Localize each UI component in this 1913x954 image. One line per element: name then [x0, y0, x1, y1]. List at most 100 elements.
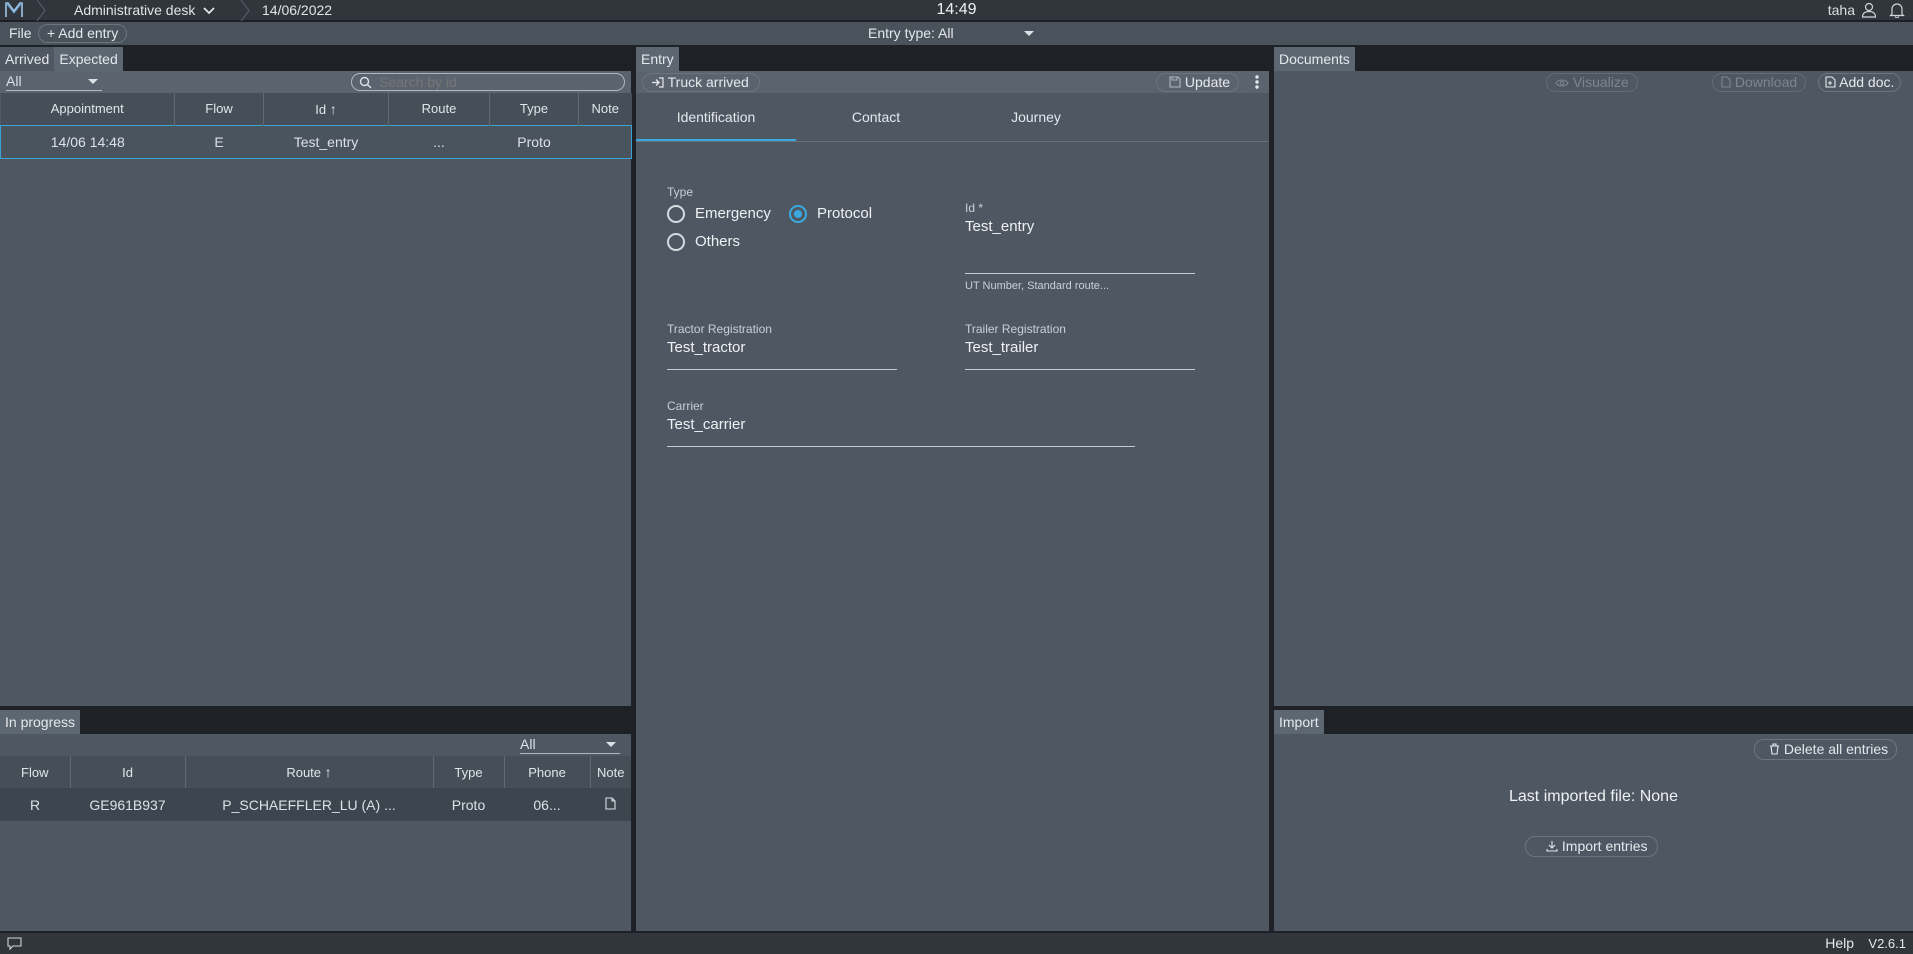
- tractor-label: Tractor Registration: [667, 322, 772, 336]
- id-hint: UT Number, Standard route...: [965, 280, 1110, 292]
- entry-body: Truck arrived Update Identification Cont…: [636, 71, 1269, 931]
- col-type[interactable]: Type: [489, 93, 579, 125]
- tab-import[interactable]: Import: [1274, 710, 1324, 734]
- delete-all-entries-button[interactable]: Delete all entries: [1754, 739, 1898, 760]
- tab-documents[interactable]: Documents: [1274, 47, 1355, 71]
- id-label: Id *: [965, 201, 984, 215]
- cell-flow: E: [174, 124, 264, 159]
- documents-panel: Documents Visualize Download Add doc.: [1274, 47, 1913, 706]
- tab-entry[interactable]: Entry: [636, 47, 679, 71]
- desk-selector[interactable]: Administrative desk: [74, 0, 215, 21]
- download-icon: [1546, 841, 1558, 852]
- cell-id: Test_entry: [263, 124, 389, 159]
- filter-select[interactable]: All: [6, 73, 102, 91]
- tab-expected[interactable]: Expected: [54, 47, 123, 71]
- id-underline: [965, 273, 1195, 274]
- more-vertical-icon[interactable]: [1254, 74, 1260, 90]
- radio-others[interactable]: Others: [667, 233, 767, 253]
- col-id[interactable]: Id ↑: [263, 93, 389, 125]
- download-label: Download: [1734, 74, 1798, 90]
- documents-tabs: Documents: [1274, 47, 1913, 71]
- radio-circle-selected: [789, 205, 807, 223]
- carrier-underline: [667, 446, 1135, 447]
- col-id-label: Id: [315, 101, 327, 117]
- col-route[interactable]: Route ↑: [185, 756, 434, 788]
- login-arrow-icon: [652, 77, 664, 88]
- id-field[interactable]: Test_entry: [965, 218, 1195, 235]
- entry-type-label: Entry type: All: [868, 25, 954, 41]
- in-progress-tabs: In progress: [0, 710, 631, 734]
- col-id[interactable]: Id: [70, 756, 186, 788]
- user-icon[interactable]: [1861, 2, 1877, 18]
- entry-type-select[interactable]: Entry type: All: [868, 25, 1034, 42]
- tab-arrived[interactable]: Arrived: [0, 47, 55, 71]
- documents-body: Visualize Download Add doc.: [1274, 71, 1913, 706]
- update-label: Update: [1184, 74, 1231, 90]
- tractor-registration-field[interactable]: Test_tractor: [667, 339, 897, 356]
- trash-icon: [1770, 743, 1779, 755]
- plus-icon: +: [47, 25, 59, 41]
- search-input[interactable]: [379, 74, 619, 90]
- entry-panel: Entry Truck arrived Update Identificatio…: [636, 47, 1269, 931]
- chat-icon[interactable]: [7, 937, 22, 950]
- bell-icon[interactable]: [1889, 2, 1905, 18]
- in-progress-filter-select[interactable]: All: [520, 736, 620, 754]
- col-flow[interactable]: Flow: [174, 93, 264, 125]
- desk-label: Administrative desk: [74, 2, 196, 18]
- caret-down-icon: [606, 742, 616, 747]
- radio-emergency[interactable]: Emergency: [667, 205, 777, 225]
- col-route-label: Route: [286, 765, 322, 780]
- cell-note[interactable]: [590, 788, 631, 821]
- in-progress-toolbar: All: [0, 734, 631, 756]
- add-entry-button[interactable]: + Add entry: [38, 24, 128, 43]
- trailer-registration-field[interactable]: Test_trailer: [965, 339, 1195, 356]
- table-row[interactable]: R GE961B937 P_SCHAEFFLER_LU (A) ... Prot…: [0, 788, 631, 821]
- breadcrumb-date[interactable]: 14/06/2022: [262, 0, 332, 21]
- file-menu[interactable]: File: [9, 25, 32, 42]
- visualize-button[interactable]: Visualize: [1546, 73, 1638, 92]
- add-doc-button[interactable]: Add doc.: [1818, 73, 1902, 92]
- table-row[interactable]: 14/06 14:48 E Test_entry ... Proto: [0, 124, 632, 159]
- trailer-label: Trailer Registration: [965, 322, 1066, 336]
- in-progress-panel: In progress All Flow Id Route ↑ Type Pho…: [0, 710, 631, 931]
- document-icon[interactable]: [605, 796, 616, 810]
- cell-phone: 06...: [504, 788, 590, 821]
- truck-arrived-button[interactable]: Truck arrived: [642, 73, 760, 92]
- entry-subtabs: Identification Contact Journey: [636, 93, 1269, 142]
- tab-journey[interactable]: Journey: [956, 93, 1116, 141]
- update-button[interactable]: Update: [1156, 73, 1240, 92]
- version-label: V2.6.1: [1868, 936, 1906, 951]
- tractor-underline: [667, 369, 897, 370]
- expected-table: Appointment Flow Id ↑ Route Type Note 14…: [0, 93, 632, 159]
- tab-contact[interactable]: Contact: [796, 93, 956, 141]
- add-entry-label: Add entry: [58, 25, 119, 41]
- import-entries-button[interactable]: Import entries: [1525, 836, 1659, 857]
- col-note[interactable]: Note: [578, 93, 632, 125]
- col-phone[interactable]: Phone: [504, 756, 591, 788]
- help-link[interactable]: Help: [1825, 935, 1854, 951]
- app-logo-icon[interactable]: [4, 1, 24, 19]
- save-icon: [1169, 76, 1181, 88]
- expected-toolbar: All: [0, 71, 631, 93]
- col-note[interactable]: Note: [590, 756, 631, 788]
- username[interactable]: taha: [1828, 0, 1855, 20]
- search-box[interactable]: [351, 73, 625, 91]
- cell-appointment: 14/06 14:48: [0, 124, 175, 159]
- download-button[interactable]: Download: [1712, 73, 1807, 92]
- col-route[interactable]: Route: [388, 93, 490, 125]
- import-tabs: Import: [1274, 710, 1913, 734]
- col-type[interactable]: Type: [433, 756, 505, 788]
- delete-all-label: Delete all entries: [1783, 741, 1889, 757]
- tab-in-progress[interactable]: In progress: [0, 710, 81, 734]
- cell-type: Proto: [433, 788, 504, 821]
- col-flow[interactable]: Flow: [0, 756, 71, 788]
- col-appointment[interactable]: Appointment: [0, 93, 175, 125]
- carrier-field[interactable]: Test_carrier: [667, 416, 1135, 433]
- radio-protocol[interactable]: Protocol: [789, 205, 889, 225]
- in-progress-body: All Flow Id Route ↑ Type Phone Note R GE…: [0, 734, 631, 931]
- top-bar: Administrative desk 14/06/2022 14:49 tah…: [0, 0, 1913, 21]
- truck-arrived-label: Truck arrived: [667, 74, 749, 90]
- sort-up-icon: ↑: [329, 100, 337, 117]
- tab-identification[interactable]: Identification: [636, 93, 796, 141]
- radio-emergency-label: Emergency: [695, 205, 771, 222]
